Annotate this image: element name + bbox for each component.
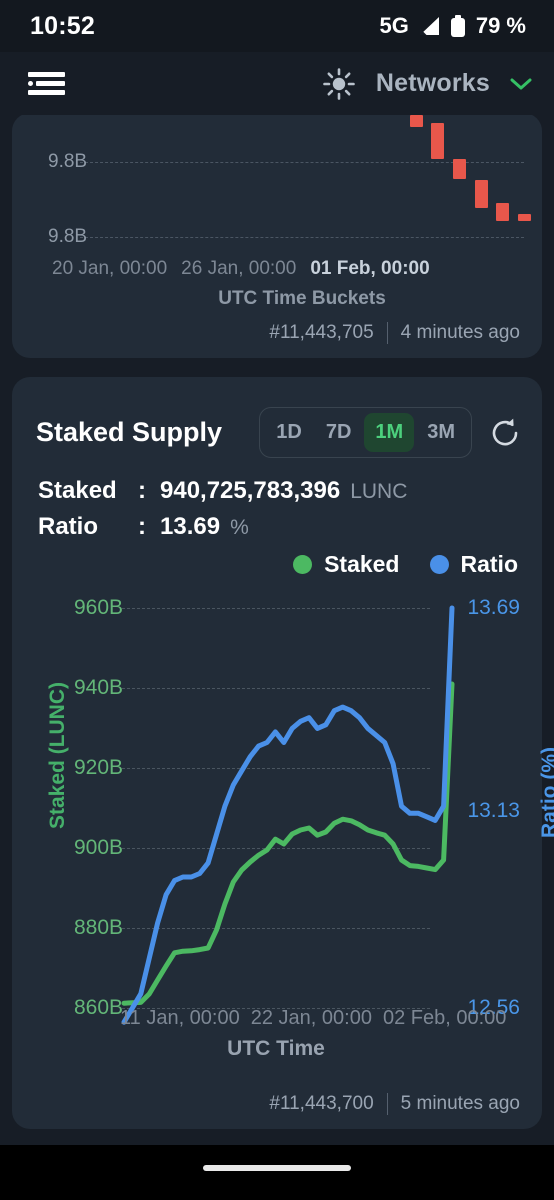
candle-bar xyxy=(453,159,466,179)
top-card-footer: #11,443,705 4 minutes ago xyxy=(269,322,520,344)
stat-unit-staked: LUNC xyxy=(350,480,408,503)
candle-xtick-0: 20 Jan, 00:00 xyxy=(52,258,168,279)
line-xtick-0: 11 Jan, 00:00 xyxy=(120,1007,240,1029)
bottom-card-block-height: #11,443,700 xyxy=(269,1093,374,1114)
bottom-card-updated-age: 5 minutes ago xyxy=(400,1093,520,1114)
status-bar: 10:52 5G 79 % xyxy=(0,0,554,52)
candle-bar xyxy=(475,180,488,208)
candle-xtick-1: 26 Jan, 00:00 xyxy=(181,258,297,279)
stat-row-ratio: Ratio : 13.69 % xyxy=(38,513,407,541)
sun-icon[interactable] xyxy=(322,67,356,101)
legend-dot-staked xyxy=(293,555,313,574)
candle-x-axis-title: UTC Time Buckets xyxy=(218,288,386,309)
app-header: Networks xyxy=(0,52,554,115)
line-xtick-2: 02 Feb, 00:00 xyxy=(382,1007,507,1029)
range-button-7d[interactable]: 7D xyxy=(315,413,363,452)
bottom-card-footer: #11,443,700 5 minutes ago xyxy=(269,1093,520,1115)
series-line-ratio xyxy=(121,605,455,1025)
header-controls: 1D 7D 1M 3M xyxy=(259,407,522,458)
status-time: 10:52 xyxy=(30,11,95,40)
staked-supply-card: Staked Supply 1D 7D 1M 3M Staked: 940,7… xyxy=(12,377,554,1129)
signal-bars-icon xyxy=(417,16,441,36)
top-card-block-height: #11,443,705 xyxy=(269,322,374,343)
status-indicators: 5G 79 % xyxy=(379,13,526,39)
line-x-tick-labels: 11 Jan, 00:00 22 Jan, 00:00 02 Feb, 00:0… xyxy=(120,1007,506,1030)
chart-legend: Staked Ratio xyxy=(293,551,518,578)
hamburger-menu-icon[interactable] xyxy=(28,71,68,97)
stat-label-staked: Staked xyxy=(38,477,117,504)
networks-selector-label[interactable]: Networks xyxy=(376,69,490,98)
candle-xtick-2: 01 Feb, 00:00 xyxy=(310,258,430,279)
range-button-1m[interactable]: 1M xyxy=(364,413,415,452)
stat-label-ratio: Ratio xyxy=(38,513,98,540)
stat-colon: : xyxy=(138,477,146,504)
candle-bar xyxy=(518,214,531,221)
staked-stats: Staked : 940,725,783,396 LUNC Ratio : 13… xyxy=(38,477,407,541)
candle-x-tick-labels: 20 Jan, 00:00 26 Jan, 00:00 01 Feb, 00:0… xyxy=(12,258,542,280)
candle-bar xyxy=(410,115,423,127)
page-title: Staked Supply xyxy=(36,417,223,447)
legend-label-staked: Staked xyxy=(324,551,400,577)
candle-ytick-1: 9.8B xyxy=(48,226,88,247)
staked-supply-header: Staked Supply 1D 7D 1M 3M xyxy=(36,407,522,458)
battery-icon xyxy=(450,15,465,37)
stat-value-staked: 940,725,783,396 xyxy=(160,477,341,504)
chevron-down-icon[interactable] xyxy=(510,77,532,91)
candlestick-plot: 9.8B 9.8B xyxy=(12,113,542,263)
staked-supply-line-plot: 960B 940B 920B 900B 880B 860B 13.69 13.1… xyxy=(12,589,554,1060)
line-series-svg xyxy=(121,605,455,1025)
range-button-1d[interactable]: 1D xyxy=(265,413,313,452)
legend-item-ratio[interactable]: Ratio xyxy=(429,551,519,578)
stat-value-ratio: 13.69 xyxy=(160,513,221,540)
time-range-group: 1D 7D 1M 3M xyxy=(259,407,472,458)
stat-colon: : xyxy=(138,513,146,540)
candlestick-chart-card: 9.8B 9.8B 20 Jan, 00:00 26 Jan, 00:00 01… xyxy=(12,113,542,358)
line-xtick-1: 22 Jan, 00:00 xyxy=(250,1007,372,1029)
top-card-updated-age: 4 minutes ago xyxy=(400,322,520,343)
footer-divider xyxy=(386,1093,388,1115)
app-root: 10:52 5G 79 % Networks 9.8B 9.8B 20 Jan,… xyxy=(0,0,554,1200)
footer-divider xyxy=(386,322,388,344)
home-indicator[interactable] xyxy=(203,1165,351,1171)
battery-percent-label: 79 % xyxy=(475,13,526,38)
stat-unit-ratio: % xyxy=(230,516,249,539)
candle-ytick-0: 9.8B xyxy=(48,151,88,172)
legend-label-ratio: Ratio xyxy=(460,551,519,577)
candle-bar xyxy=(496,203,509,221)
legend-item-staked[interactable]: Staked xyxy=(293,551,400,578)
home-indicator-area xyxy=(0,1145,554,1200)
app-header-actions: Networks xyxy=(322,67,532,101)
range-button-3m[interactable]: 3M xyxy=(416,413,466,452)
line-x-axis-title: UTC Time xyxy=(227,1037,325,1060)
network-type-label: 5G xyxy=(379,13,409,38)
legend-dot-ratio xyxy=(429,555,449,574)
candle-bar xyxy=(431,123,444,159)
refresh-icon[interactable] xyxy=(488,416,522,450)
stat-row-staked: Staked : 940,725,783,396 LUNC xyxy=(38,477,407,505)
